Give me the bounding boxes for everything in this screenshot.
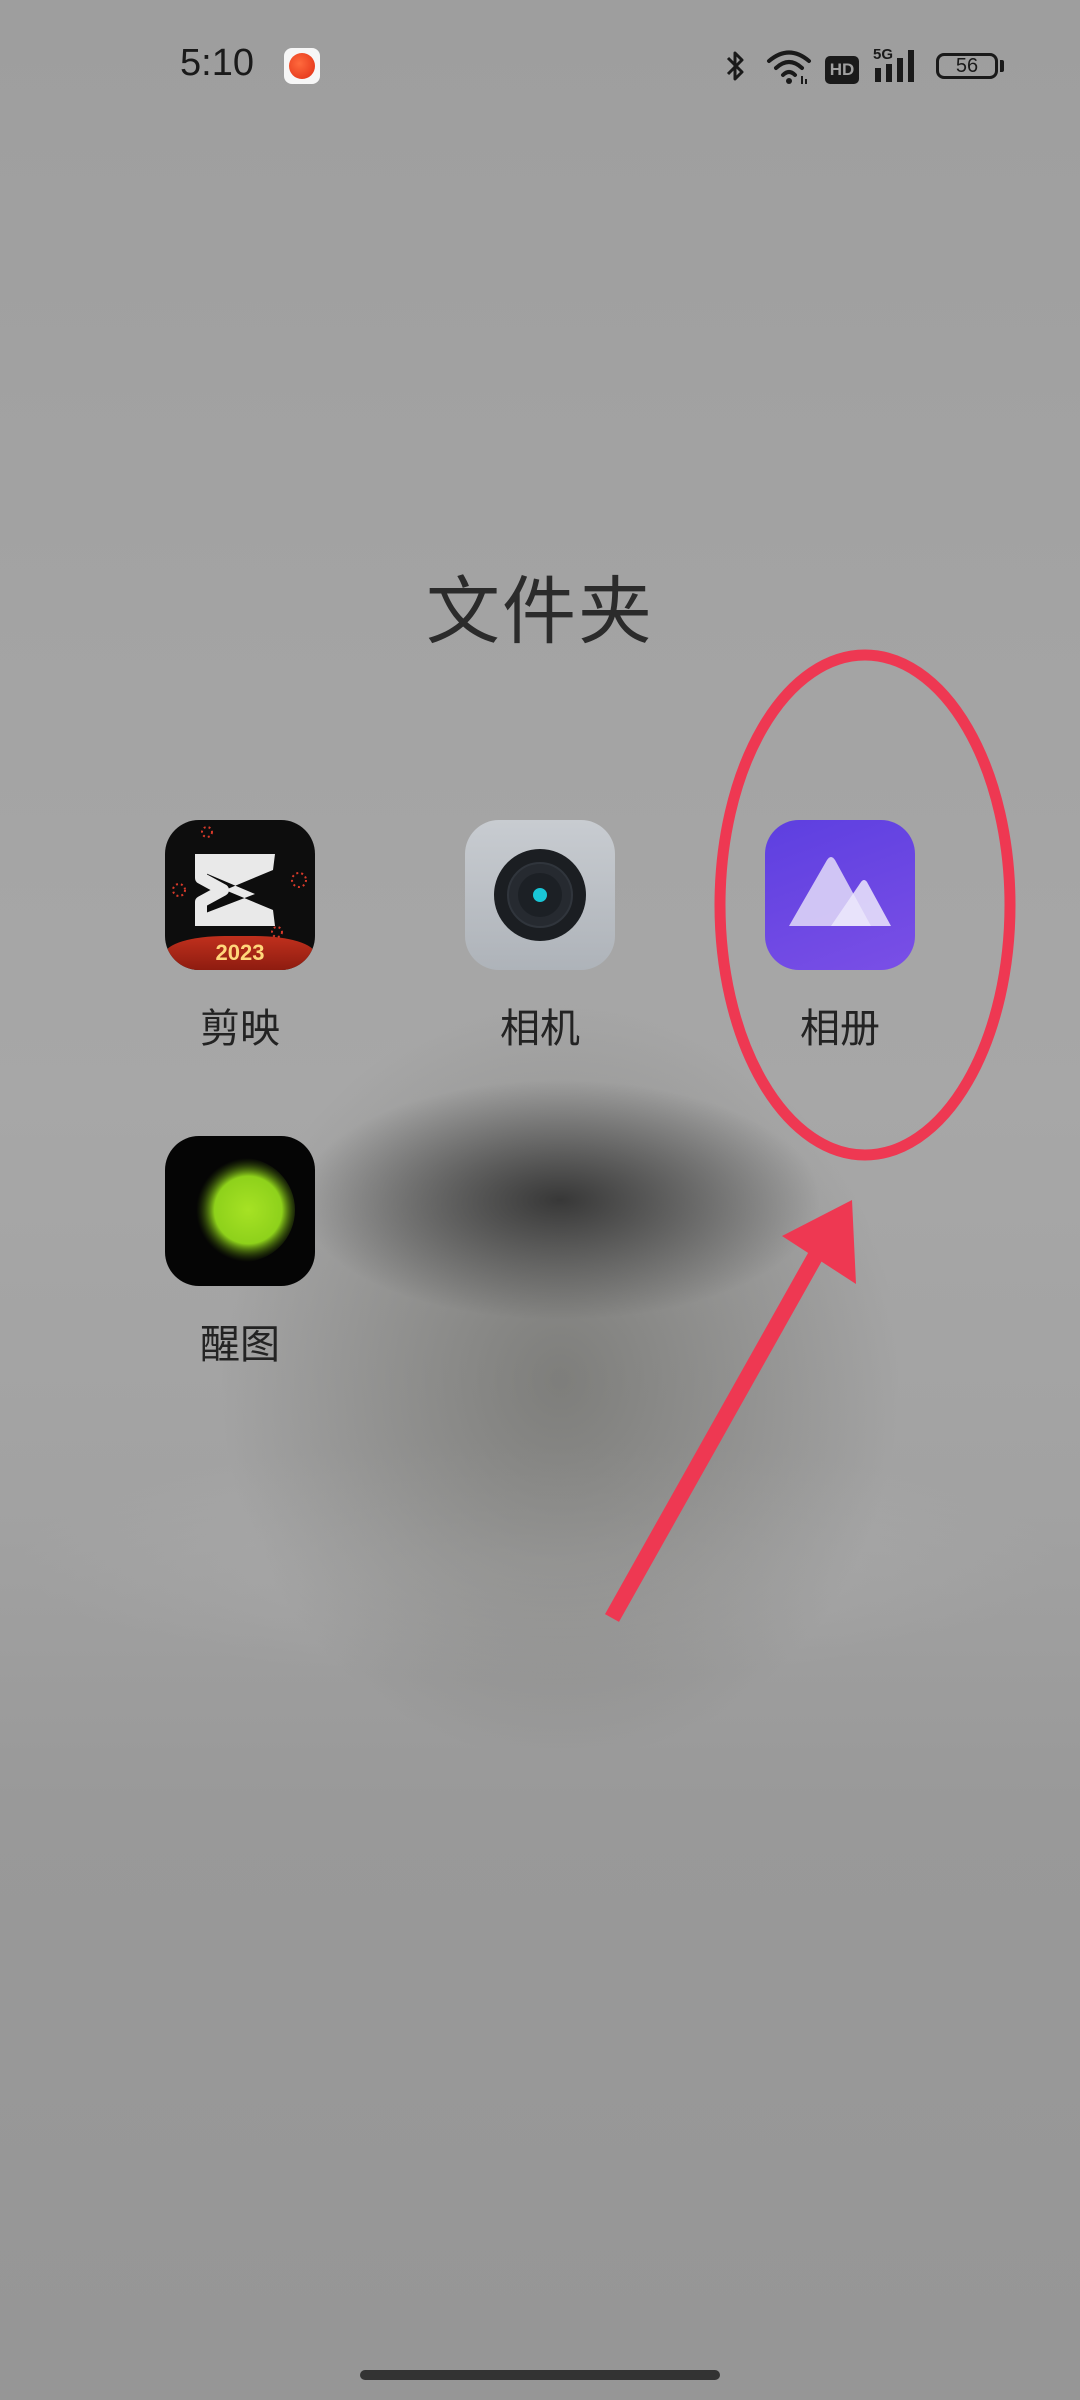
- app-jianying[interactable]: 2023 剪映: [140, 820, 340, 1054]
- app-label-xingtu: 醒图: [200, 1322, 280, 1368]
- app-label-camera: 相机: [500, 1006, 580, 1052]
- xingtu-icon[interactable]: [165, 1136, 315, 1286]
- wifi-icon: [767, 50, 811, 84]
- arrow-head: [782, 1200, 856, 1284]
- app-label-jianying: 剪映: [200, 1006, 280, 1052]
- folder-title[interactable]: 文件夹: [0, 552, 1080, 659]
- photos-icon[interactable]: [765, 820, 915, 970]
- status-bar: 5:10 HD 5G 56: [0, 0, 1080, 140]
- folder-screen: 5:10 HD 5G 56 文件夹 2023 剪映 相机 相册 醒图: [0, 0, 1080, 2400]
- battery-cap: [1000, 60, 1004, 72]
- status-time: 5:10: [180, 42, 254, 84]
- cellular-signal-icon: 5G: [873, 46, 923, 86]
- notification-app-icon: [284, 48, 320, 84]
- arrow-shaft: [605, 1244, 827, 1622]
- hd-voice-icon: HD: [825, 56, 859, 84]
- battery-level: 56: [955, 54, 979, 77]
- capcut-icon[interactable]: 2023: [165, 820, 315, 970]
- home-indicator[interactable]: [360, 2370, 720, 2380]
- app-album[interactable]: 相册: [740, 820, 940, 1054]
- app-label-album: 相册: [800, 1006, 880, 1052]
- bluetooth-icon: [726, 51, 744, 81]
- app-xingtu[interactable]: 醒图: [140, 1136, 340, 1370]
- battery-indicator: 56: [936, 53, 998, 79]
- app-camera[interactable]: 相机: [440, 820, 640, 1054]
- year-banner: 2023: [165, 936, 315, 970]
- camera-icon[interactable]: [465, 820, 615, 970]
- hd-label: HD: [829, 60, 855, 79]
